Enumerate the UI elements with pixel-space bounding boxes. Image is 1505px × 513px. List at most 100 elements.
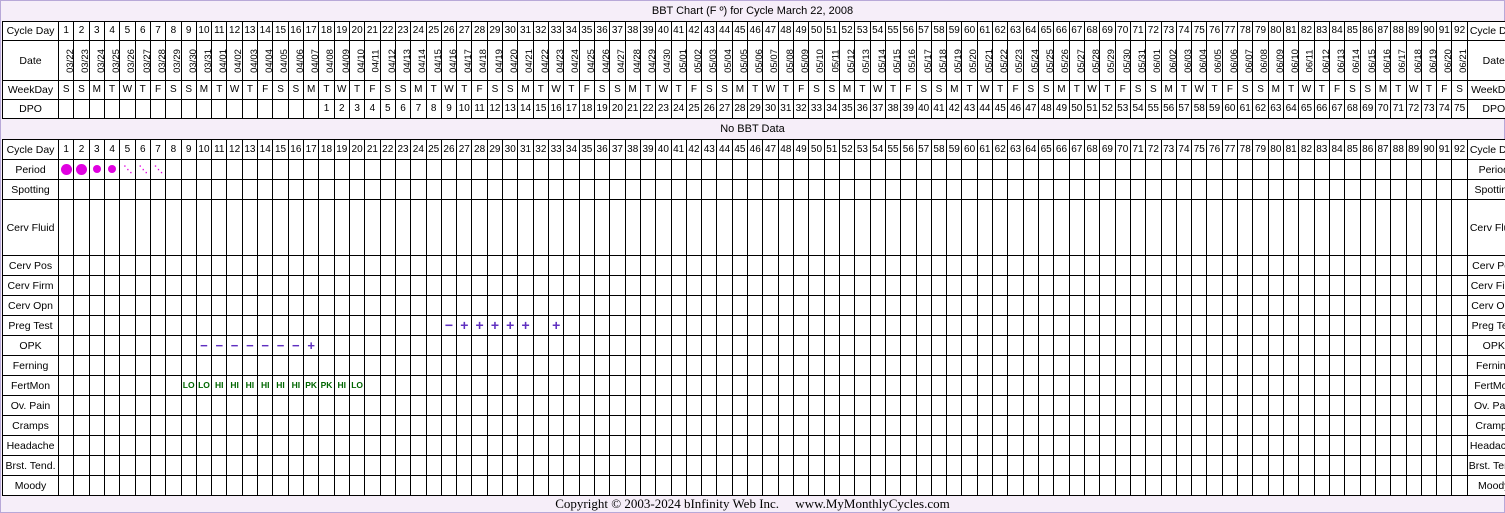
cerv-opn-label-right: Cerv Opn <box>1466 295 1505 316</box>
cramps-cell <box>762 415 779 436</box>
cramps-cell <box>1374 415 1392 436</box>
period-cell <box>1405 159 1422 180</box>
preg-test-cell <box>257 315 274 336</box>
brst-tend-cell <box>272 455 289 476</box>
cerv-firm-cell <box>1099 275 1116 296</box>
spotting-cell <box>685 179 703 200</box>
opk-cell <box>88 335 105 356</box>
opk-cell <box>655 335 672 356</box>
dpo-cell <box>73 99 90 119</box>
cerv-fluid-cell <box>149 199 167 256</box>
fertmon-cell: LO <box>195 375 213 396</box>
cramps-cell <box>1083 415 1101 436</box>
cerv-opn-cell <box>57 295 75 316</box>
cerv-opn-cell <box>1221 295 1239 316</box>
ferning-cell <box>961 355 978 376</box>
fertmon-cell <box>1359 375 1376 396</box>
ov-pain-cell <box>930 395 948 416</box>
moody-cell <box>456 475 473 496</box>
cerv-fluid-cell <box>1390 199 1407 256</box>
spotting-cell <box>517 179 534 200</box>
ov-pain-cell <box>502 395 519 416</box>
dpo-cell: 42 <box>946 99 963 119</box>
period-cell <box>961 159 978 180</box>
preg-test-cell <box>1451 315 1468 336</box>
ov-pain-cell <box>1114 395 1131 416</box>
ov-pain-cell <box>302 395 320 416</box>
spotting-cell <box>1298 179 1315 200</box>
opk-cell <box>1237 335 1254 356</box>
cycle-day-cell: 25 <box>425 21 442 41</box>
cerv-pos-cell <box>1237 255 1254 276</box>
cerv-fluid-label: Cerv Fluid <box>2 199 59 256</box>
cramps-cell <box>302 415 320 436</box>
moody-cell <box>302 475 320 496</box>
ferning-cell <box>808 355 825 376</box>
moody-cell <box>838 475 856 496</box>
spotting-cell <box>1436 179 1453 200</box>
brst-tend-cell <box>1175 455 1193 476</box>
period-cell <box>1252 159 1269 180</box>
period-label: Period <box>2 159 59 180</box>
ferning-cell <box>1068 355 1085 376</box>
date-text: 06/10 <box>1289 48 1299 73</box>
brst-tend-cell <box>502 455 519 476</box>
date-text: 04/27 <box>616 48 626 73</box>
spotting-cell <box>1099 179 1116 200</box>
dpo-label-right: DPO <box>1466 99 1505 119</box>
headache-cell <box>1099 435 1116 456</box>
fertmon-cell: PK <box>318 375 335 396</box>
spotting-cell <box>486 179 504 200</box>
cerv-firm-cell <box>1344 275 1361 296</box>
ferning-cell <box>976 355 994 376</box>
weekday-cell: W <box>655 80 672 100</box>
ferning-cell <box>1328 355 1346 376</box>
date-text: 04/23 <box>554 48 564 73</box>
period-cell <box>655 159 672 180</box>
date-cell: 04/23 <box>547 40 565 81</box>
cramps-cell <box>961 415 978 436</box>
cycle-day-lower-cell: 36 <box>593 139 611 160</box>
fertmon-cell <box>900 375 917 396</box>
cramps-cell <box>471 415 488 436</box>
preg-test-cell <box>1175 315 1193 336</box>
ov-pain-row: Ov. PainOv. Pain <box>2 395 1505 416</box>
headache-label-right: Headache <box>1466 435 1505 456</box>
cerv-fluid-cell <box>134 199 151 256</box>
cycle-day-cell: 27 <box>456 21 473 41</box>
headache-cell <box>241 435 259 456</box>
cerv-firm-cell <box>1405 275 1422 296</box>
brst-tend-cell <box>57 455 75 476</box>
cerv-opn-cell <box>1099 295 1116 316</box>
weekday-cell: S <box>379 80 396 100</box>
cerv-firm-label-right: Cerv Firm <box>1466 275 1505 296</box>
moody-cell <box>180 475 197 496</box>
dpo-cell: 26 <box>701 99 718 119</box>
fertmon-cell <box>946 375 963 396</box>
cerv-opn-cell <box>1022 295 1040 316</box>
ferning-cell <box>563 355 580 376</box>
cycle-day-cell: 85 <box>1344 21 1361 41</box>
spotting-cell <box>1114 179 1131 200</box>
cerv-fluid-cell <box>1451 199 1468 256</box>
period-cell <box>838 159 856 180</box>
cerv-fluid-cell <box>1160 199 1177 256</box>
cerv-fluid-cell <box>747 199 764 256</box>
ferning-cell <box>1191 355 1208 376</box>
cerv-firm-cell <box>685 275 703 296</box>
opk-cell <box>808 335 825 356</box>
chart-title: BBT Chart (F º) for Cycle March 22, 2008 <box>651 5 854 17</box>
cerv-firm-cell <box>1206 275 1223 296</box>
ferning-cell <box>716 355 733 376</box>
dpo-cell <box>302 99 320 119</box>
ov-pain-cell <box>838 395 856 416</box>
cerv-firm-cell <box>1191 275 1208 296</box>
ferning-cell <box>456 355 473 376</box>
date-text: 06/07 <box>1243 48 1253 73</box>
cerv-pos-cell <box>134 255 151 276</box>
date-cell: 06/17 <box>1390 40 1407 81</box>
preg-test-cell <box>593 315 611 336</box>
preg-test-mark: + <box>460 317 469 333</box>
cerv-fluid-cell <box>1252 199 1269 256</box>
cerv-opn-cell <box>930 295 948 316</box>
